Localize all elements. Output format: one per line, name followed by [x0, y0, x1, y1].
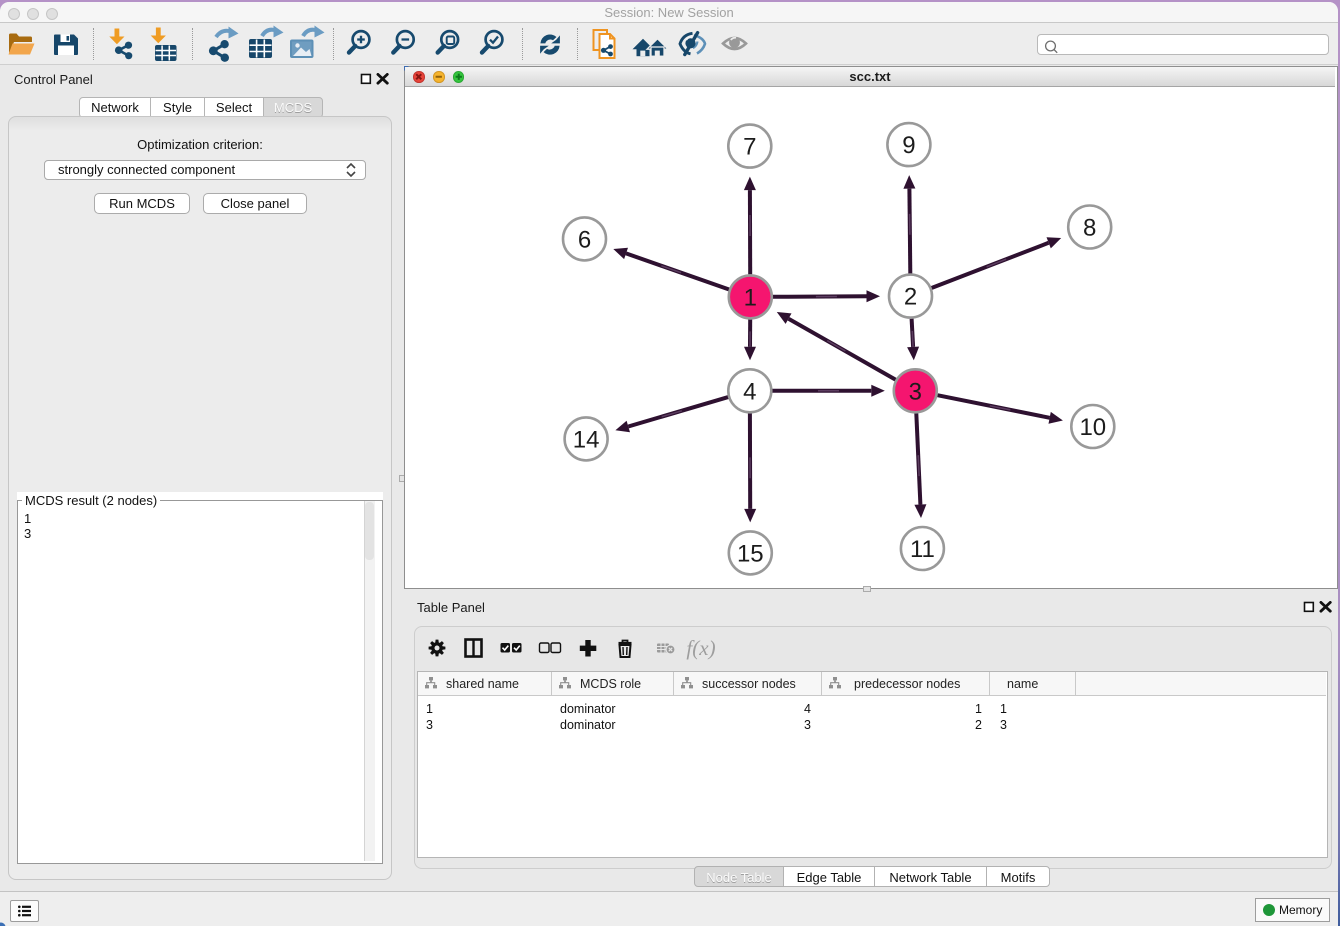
svg-text:11: 11	[909, 536, 934, 563]
svg-text:6: 6	[577, 226, 590, 253]
svg-text:9: 9	[902, 132, 915, 159]
svg-text:4: 4	[743, 378, 756, 405]
svg-text:f(x): f(x)	[686, 636, 715, 660]
svg-text:10: 10	[1079, 414, 1106, 441]
svg-text:3: 3	[908, 378, 921, 405]
svg-text:1: 1	[743, 284, 756, 311]
svg-text:8: 8	[1083, 215, 1096, 242]
svg-text:7: 7	[743, 134, 756, 161]
svg-text:15: 15	[736, 540, 763, 567]
svg-text:14: 14	[572, 426, 599, 453]
svg-text:2: 2	[903, 284, 916, 311]
